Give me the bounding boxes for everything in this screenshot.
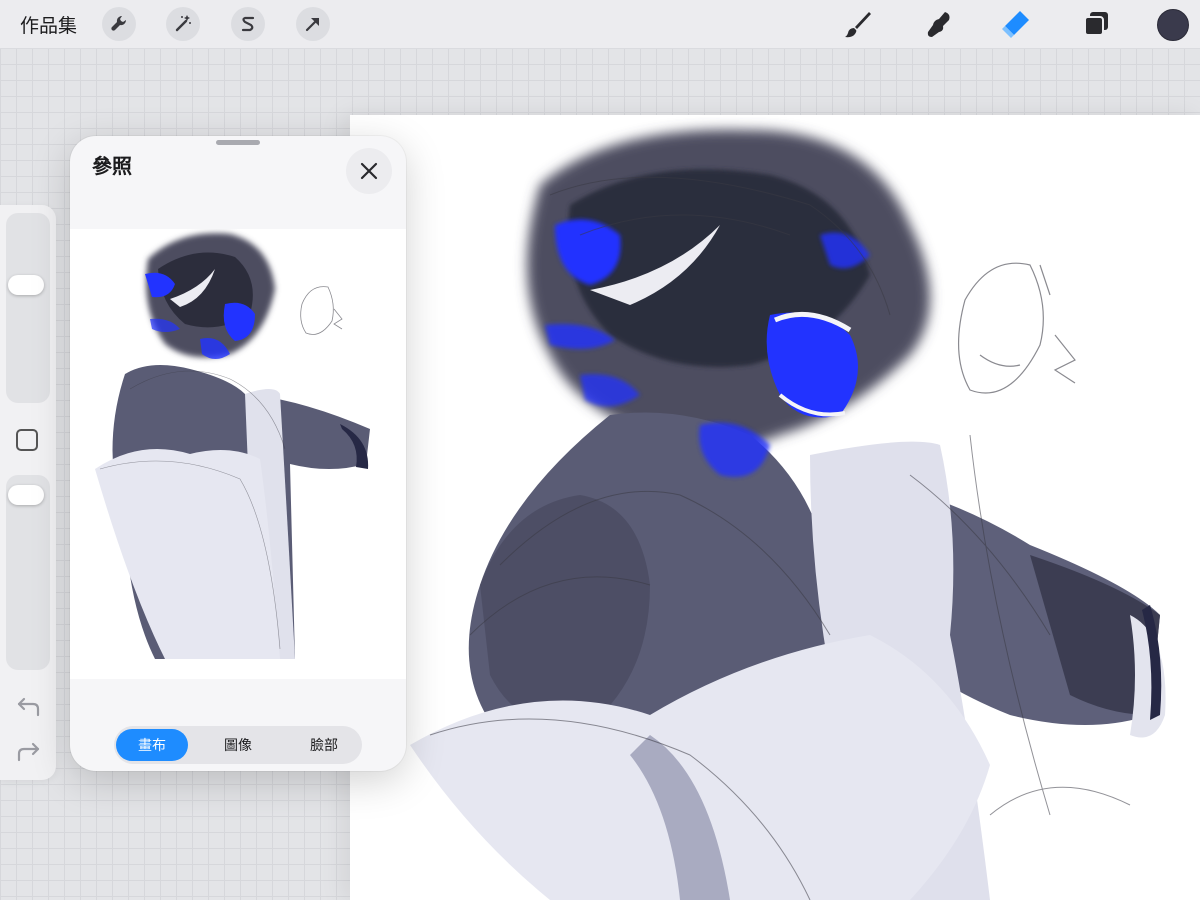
drawing-canvas[interactable] bbox=[350, 115, 1200, 900]
selection-s-icon bbox=[241, 16, 255, 32]
eraser-icon bbox=[1002, 11, 1029, 38]
brush-size-slider[interactable] bbox=[6, 213, 50, 403]
canvas-artwork bbox=[410, 129, 1166, 900]
close-icon bbox=[360, 162, 378, 180]
transform-button[interactable] bbox=[296, 7, 330, 41]
smudge-tool[interactable] bbox=[922, 8, 954, 40]
undo-icon bbox=[17, 697, 40, 717]
redo-button[interactable] bbox=[16, 740, 42, 764]
opacity-slider[interactable] bbox=[6, 475, 50, 670]
undo-button[interactable] bbox=[16, 695, 42, 719]
wrench-icon bbox=[111, 15, 127, 31]
layers-icon bbox=[1084, 12, 1108, 36]
panel-drag-handle[interactable] bbox=[216, 140, 260, 145]
smudge-icon bbox=[927, 12, 950, 37]
eraser-tool[interactable] bbox=[1000, 8, 1032, 40]
magic-wand-icon bbox=[175, 15, 191, 32]
reference-title: 參照 bbox=[92, 154, 132, 178]
tab-image[interactable]: 圖像 bbox=[202, 729, 274, 761]
reference-panel[interactable]: 參照 畫布 圖像 臉部 bbox=[70, 136, 406, 771]
modify-button[interactable] bbox=[16, 429, 38, 451]
brush-tool[interactable] bbox=[842, 8, 874, 40]
gallery-button[interactable]: 作品集 bbox=[20, 11, 77, 38]
layers-tool[interactable] bbox=[1080, 8, 1112, 40]
reference-preview bbox=[70, 229, 406, 679]
actions-button[interactable] bbox=[102, 7, 136, 41]
tab-canvas[interactable]: 畫布 bbox=[116, 729, 188, 761]
top-toolbar: 作品集 bbox=[0, 0, 1200, 49]
left-sidebar bbox=[0, 205, 56, 780]
close-button[interactable] bbox=[346, 148, 392, 194]
reference-artwork bbox=[95, 233, 370, 659]
brush-icon bbox=[845, 12, 871, 38]
opacity-thumb[interactable] bbox=[8, 485, 44, 505]
color-picker-button[interactable] bbox=[1157, 9, 1189, 41]
tab-face[interactable]: 臉部 bbox=[288, 729, 360, 761]
adjustments-button[interactable] bbox=[166, 7, 200, 41]
transform-arrow-icon bbox=[305, 17, 320, 32]
brush-size-thumb[interactable] bbox=[8, 275, 44, 295]
selection-button[interactable] bbox=[231, 7, 265, 41]
reference-mode-control: 畫布 圖像 臉部 bbox=[114, 726, 362, 764]
redo-icon bbox=[17, 742, 40, 762]
